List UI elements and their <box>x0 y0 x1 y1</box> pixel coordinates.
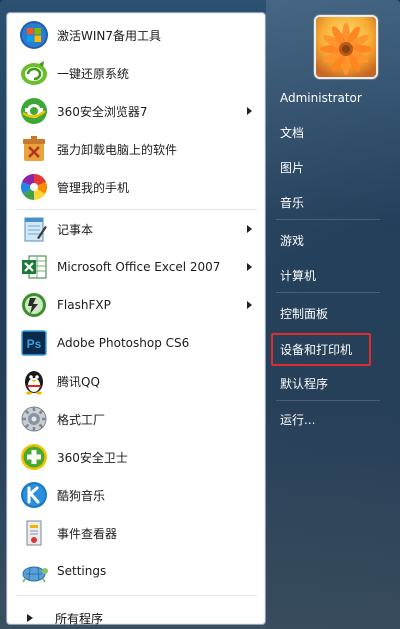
pictures-label: 图片 <box>280 160 305 175</box>
svg-text:Ps: Ps <box>27 337 42 351</box>
program-item-photoshop[interactable]: Ps Adobe Photoshop CS6 <box>11 325 261 361</box>
submenu-arrow-icon <box>247 301 252 309</box>
win7-activation-icon <box>20 21 48 49</box>
music-label: 音乐 <box>280 195 305 210</box>
360-security-icon <box>21 444 47 470</box>
right-item-default-programs[interactable]: 默认程序 <box>274 369 370 397</box>
program-label: FlashFXP <box>57 298 111 312</box>
notepad-icon <box>24 217 47 242</box>
program-list-divider <box>17 209 257 210</box>
all-programs-button[interactable]: 所有程序 <box>11 603 261 629</box>
360-browser-icon <box>21 98 47 124</box>
games-label: 游戏 <box>280 233 305 248</box>
program-list-divider <box>17 595 257 596</box>
program-item-win7-activation[interactable]: 激活WIN7备用工具 <box>11 17 261 53</box>
documents-label: 文档 <box>280 125 305 140</box>
kugou-music-icon <box>21 482 47 508</box>
right-divider <box>276 292 380 293</box>
phone-manager-icon <box>20 174 48 201</box>
program-label: Microsoft Office Excel 2007 <box>57 260 221 274</box>
program-label: 腾讯QQ <box>57 374 100 389</box>
program-label: 360安全卫士 <box>57 450 128 465</box>
all-programs-label: 所有程序 <box>55 611 104 626</box>
program-item-flashfxp[interactable]: FlashFXP <box>11 287 261 323</box>
right-item-music[interactable]: 音乐 <box>274 188 370 216</box>
expand-arrow-icon <box>27 614 33 622</box>
program-item-uninstaller[interactable]: 强力卸载电脑上的软件 <box>11 131 261 167</box>
user-avatar[interactable] <box>314 15 378 79</box>
program-label: 事件查看器 <box>57 526 118 541</box>
submenu-arrow-icon <box>247 263 252 271</box>
right-item-control-panel[interactable]: 控制面板 <box>274 299 370 327</box>
event-viewer-icon <box>26 520 42 546</box>
run-label: 运行... <box>280 412 316 427</box>
right-divider <box>276 400 380 401</box>
right-item-documents[interactable]: 文档 <box>274 118 370 146</box>
program-label: 360安全浏览器7 <box>57 104 148 119</box>
flashfxp-icon <box>22 293 46 317</box>
program-list-panel: 激活WIN7备用工具 一键还原系统 360安全浏览器7 强力卸载电脑上的软件 管… <box>6 12 266 626</box>
uninstaller-icon <box>23 136 45 161</box>
control-panel-label: 控制面板 <box>280 306 329 321</box>
program-item-one-key-restore[interactable]: 一键还原系统 <box>11 55 261 91</box>
right-item-run[interactable]: 运行... <box>274 405 370 433</box>
highlight-annotation-box <box>271 333 371 366</box>
flower-avatar-icon <box>316 17 376 77</box>
program-label: 管理我的手机 <box>57 180 130 195</box>
right-divider <box>276 219 380 220</box>
program-label: 记事本 <box>57 222 94 237</box>
photoshop-icon: Ps <box>21 330 47 356</box>
program-item-qq[interactable]: 腾讯QQ <box>11 363 261 399</box>
excel-icon <box>22 255 47 279</box>
program-label: 格式工厂 <box>57 412 106 427</box>
program-label: Adobe Photoshop CS6 <box>57 336 190 350</box>
default-programs-label: 默认程序 <box>280 376 329 391</box>
right-item-administrator[interactable]: Administrator <box>274 84 370 112</box>
one-key-restore-icon <box>21 61 47 85</box>
user-name-label: Administrator <box>280 91 362 105</box>
start-menu: 激活WIN7备用工具 一键还原系统 360安全浏览器7 强力卸载电脑上的软件 管… <box>0 0 400 629</box>
computer-label: 计算机 <box>280 268 317 283</box>
right-item-games[interactable]: 游戏 <box>274 226 370 254</box>
program-item-event-viewer[interactable]: 事件查看器 <box>11 515 261 551</box>
settings-turtle-icon <box>22 566 48 583</box>
program-item-kugou-music[interactable]: 酷狗音乐 <box>11 477 261 513</box>
right-item-pictures[interactable]: 图片 <box>274 153 370 181</box>
program-label: Settings <box>57 564 107 578</box>
qq-penguin-icon <box>25 371 43 395</box>
submenu-arrow-icon <box>247 107 252 115</box>
program-item-360-browser[interactable]: 360安全浏览器7 <box>11 93 261 129</box>
format-factory-icon <box>21 406 47 432</box>
submenu-arrow-icon <box>247 225 252 233</box>
right-item-computer[interactable]: 计算机 <box>274 261 370 289</box>
program-item-360-security[interactable]: 360安全卫士 <box>11 439 261 475</box>
program-item-excel[interactable]: Microsoft Office Excel 2007 <box>11 249 261 285</box>
program-item-settings[interactable]: Settings <box>11 553 261 589</box>
program-label: 激活WIN7备用工具 <box>57 28 162 43</box>
program-item-notepad[interactable]: 记事本 <box>11 211 261 247</box>
program-label: 一键还原系统 <box>57 66 130 81</box>
program-item-phone-manager[interactable]: 管理我的手机 <box>11 169 261 205</box>
program-label: 强力卸载电脑上的软件 <box>57 142 178 157</box>
program-label: 酷狗音乐 <box>57 488 106 503</box>
program-item-format-factory[interactable]: 格式工厂 <box>11 401 261 437</box>
